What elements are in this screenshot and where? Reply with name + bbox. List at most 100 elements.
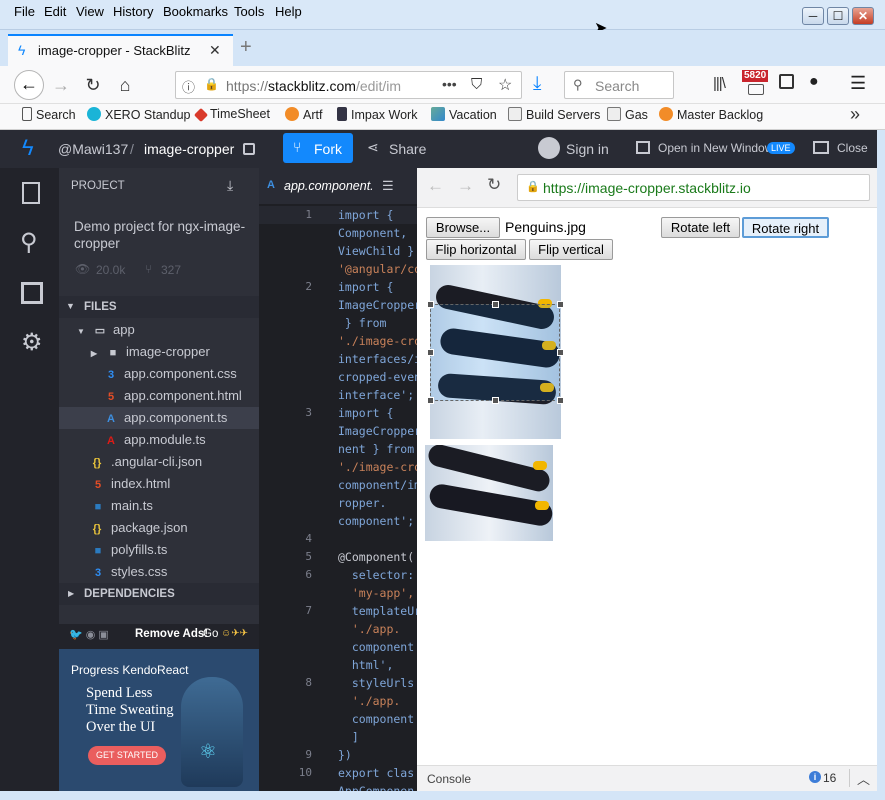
info-icon[interactable]: ⓘ	[182, 77, 195, 96]
bookmark-star-icon[interactable]: ☆	[498, 75, 512, 95]
bookmark-xero[interactable]: XERO Standup	[87, 107, 190, 122]
tree-file[interactable]: 3 app.component.css	[105, 363, 237, 385]
window-close-button[interactable]: ✕	[852, 7, 874, 25]
editor-tab-title[interactable]: app.component.	[284, 179, 374, 193]
tab-close-icon[interactable]: ✕	[209, 42, 221, 59]
extensions-icon[interactable]	[21, 282, 43, 304]
social-icons[interactable]: 🐦 ◉ ▣	[69, 628, 109, 641]
tree-folder-app[interactable]: ▼ ▭ app	[75, 319, 135, 341]
fork-button[interactable]: ⑂ Fork	[283, 133, 353, 163]
menu-history[interactable]: History	[113, 4, 153, 19]
menu-tools[interactable]: Tools	[234, 4, 264, 19]
tree-file[interactable]: {} .angular-cli.json	[90, 451, 202, 473]
kendo-fighter-illustration	[181, 677, 243, 787]
files-icon[interactable]	[22, 182, 40, 204]
crop-handle[interactable]	[427, 397, 434, 404]
flip-horizontal-button[interactable]: Flip horizontal	[426, 239, 526, 260]
bookmark-vacation[interactable]: Vacation	[431, 107, 497, 122]
console-bar[interactable]: Console i 16 ︿	[417, 765, 877, 791]
settings-gear-icon[interactable]: ⚙	[21, 328, 53, 360]
open-new-window-button[interactable]: Open in New Window	[658, 141, 773, 155]
impax-icon	[337, 107, 347, 121]
forward-icon[interactable]: →	[48, 73, 74, 97]
url-bar[interactable]: ⓘ 🔒 https://stackblitz.com/edit/im ••• ⛉…	[175, 71, 522, 99]
code-line: selector:	[338, 568, 415, 582]
tree-file-selected[interactable]: Aapp.component.ts	[105, 407, 227, 429]
kendoreact-ad[interactable]: Progress KendoReact Spend Less Time Swea…	[59, 649, 259, 791]
bookmark-master-backlog[interactable]: Master Backlog	[659, 107, 763, 122]
menu-file[interactable]: File	[14, 4, 35, 19]
css-file-icon: 3	[107, 369, 115, 381]
page-actions-icon[interactable]: •••	[442, 76, 457, 92]
bookmark-artf[interactable]: Artf	[285, 107, 322, 122]
search-field[interactable]: ⚲ Search	[564, 71, 674, 99]
crop-handle[interactable]	[557, 397, 564, 404]
new-tab-icon[interactable]: +	[240, 36, 252, 59]
close-preview-button[interactable]: Close	[837, 141, 868, 155]
bookmarks-overflow-icon[interactable]: »	[850, 104, 860, 125]
sidebar-toggle-icon[interactable]	[779, 74, 794, 89]
crop-handle[interactable]	[557, 349, 564, 356]
menu-edit[interactable]: Edit	[44, 4, 66, 19]
preview-reload-icon[interactable]: ↻	[487, 175, 501, 195]
crop-selection-box[interactable]	[427, 301, 564, 404]
download-project-icon[interactable]: ⤓	[227, 177, 233, 194]
menu-view[interactable]: View	[76, 4, 104, 19]
tree-folder-image-cropper[interactable]: ▶ ■ image-cropper	[88, 341, 210, 363]
home-icon[interactable]: ⌂	[112, 73, 138, 97]
preview-forward-icon[interactable]: →	[457, 176, 474, 196]
ad-get-started-button[interactable]: GET STARTED	[88, 746, 166, 765]
crop-handle[interactable]	[557, 301, 564, 308]
bookmark-impax[interactable]: Impax Work	[337, 107, 417, 122]
pocket-icon[interactable]: ⛉	[471, 76, 482, 93]
tree-file[interactable]: Aapp.module.ts	[105, 429, 206, 451]
extension-icon	[748, 84, 764, 95]
chevron-up-icon[interactable]: ︿	[857, 769, 870, 788]
tree-file[interactable]: 5 index.html	[92, 473, 170, 495]
crop-handle[interactable]	[492, 397, 499, 404]
download-icon[interactable]: ⤓	[533, 73, 541, 95]
files-section-header[interactable]: ▼ FILES	[59, 296, 259, 318]
bookmark-gas[interactable]: Gas	[607, 107, 648, 122]
project-owner[interactable]: @Mawi137	[58, 141, 128, 157]
remove-ads-link[interactable]: Remove Ads!	[135, 628, 208, 640]
tree-file[interactable]: ■ polyfills.ts	[92, 539, 168, 561]
flip-vertical-button[interactable]: Flip vertical	[529, 239, 613, 260]
crop-handle[interactable]	[427, 301, 434, 308]
bookmark-search[interactable]: Search	[22, 107, 76, 122]
tree-file[interactable]: ■ main.ts	[92, 495, 153, 517]
addon-icon[interactable]: ●	[809, 73, 819, 91]
browser-tab[interactable]: ϟ image-cropper - StackBlitz ✕	[8, 34, 233, 68]
stackblitz-logo-icon[interactable]: ϟ	[22, 135, 34, 161]
tree-file[interactable]: {} package.json	[90, 517, 188, 539]
maximize-button[interactable]: ☐	[827, 7, 849, 25]
extension-badge[interactable]: 5820	[742, 70, 770, 98]
share-button[interactable]: Share	[389, 141, 426, 157]
bookmark-timesheet[interactable]: TimeSheet	[193, 107, 270, 123]
crop-handle[interactable]	[427, 349, 434, 356]
breadcrumb-separator: /	[130, 141, 134, 157]
rotate-left-button[interactable]: Rotate left	[661, 217, 740, 238]
tree-file[interactable]: 3 styles.css	[92, 561, 167, 583]
browse-button[interactable]: Browse...	[426, 217, 500, 238]
tree-file[interactable]: 5 app.component.html	[105, 385, 242, 407]
info-icon: i	[809, 771, 821, 783]
crop-handle[interactable]	[492, 301, 499, 308]
outline-icon[interactable]: ☰	[382, 178, 394, 194]
dependencies-section-header[interactable]: ▶ DEPENDENCIES	[59, 583, 259, 605]
back-icon[interactable]: ←	[14, 70, 44, 100]
menu-bookmarks[interactable]: Bookmarks	[163, 4, 228, 19]
preview-back-icon[interactable]: ←	[427, 176, 444, 196]
preview-url-bar[interactable]: 🔒 https://image-cropper.stackblitz.io	[517, 174, 870, 201]
search-icon[interactable]: ⚲	[20, 228, 52, 260]
go-link[interactable]: Go	[203, 628, 218, 640]
rotate-right-button[interactable]: Rotate right	[742, 217, 829, 238]
hamburger-menu-icon[interactable]: ☰	[850, 73, 866, 94]
code-line: interfaces/i	[338, 352, 417, 366]
library-icon[interactable]: |||\	[713, 75, 726, 92]
reload-icon[interactable]: ↻	[80, 73, 106, 97]
minimize-button[interactable]: ─	[802, 7, 824, 25]
menu-help[interactable]: Help	[275, 4, 302, 19]
bookmark-build-servers[interactable]: Build Servers	[508, 107, 600, 122]
sign-in-button[interactable]: Sign in	[566, 141, 609, 157]
